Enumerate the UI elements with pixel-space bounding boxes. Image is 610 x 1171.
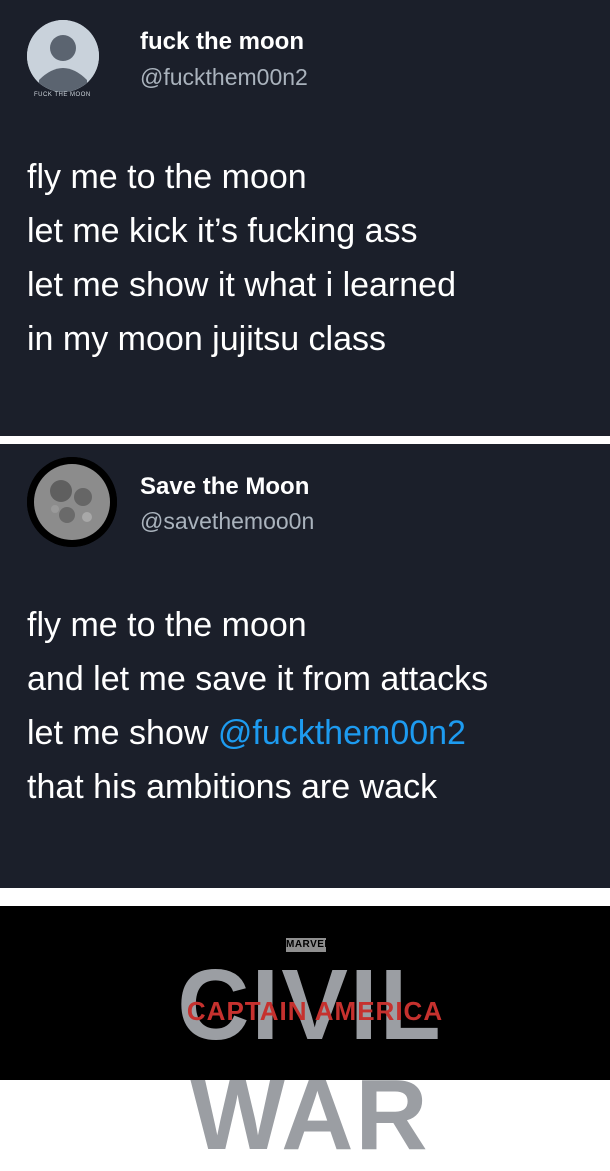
tweet-line: let me show @fuckthem00n2 [27, 706, 488, 760]
tweet-line: in my moon jujitsu class [27, 320, 387, 358]
tweet-card: Save the Moon @savethemoo0n fly me to th… [0, 444, 610, 888]
user-handle[interactable]: @savethemoo0n [140, 508, 314, 535]
tweet-line: that his ambitions are wack [27, 768, 438, 806]
mention-link[interactable]: @fuckthem00n2 [218, 714, 466, 752]
display-name[interactable]: fuck the moon [140, 28, 304, 56]
tweet-text: fly me to the moon let me kick it’s fuck… [27, 150, 456, 366]
tweet-line-text: let me show [27, 714, 218, 752]
tweet-line: let me kick it’s fucking ass [27, 212, 418, 250]
display-name[interactable]: Save the Moon [140, 473, 309, 501]
avatar[interactable] [27, 457, 117, 547]
tweet-text: fly me to the moon and let me save it fr… [27, 598, 488, 814]
tweet-card: FUCK THE MOON fuck the moon @fuckthem00n… [0, 0, 610, 436]
tweet-line: let me show it what i learned [27, 266, 456, 304]
tweet-line: fly me to the moon [27, 158, 307, 196]
default-profile-icon [27, 20, 99, 92]
captain-america-subtitle: CAPTAIN AMERICA [186, 996, 444, 1026]
tweet-line: and let me save it from attacks [27, 660, 489, 698]
user-handle[interactable]: @fuckthem00n2 [140, 64, 308, 91]
moon-image [27, 457, 117, 547]
avatar[interactable] [27, 20, 99, 92]
avatar-caption: FUCK THE MOON [34, 92, 91, 98]
tweet-line: fly me to the moon [27, 606, 307, 644]
